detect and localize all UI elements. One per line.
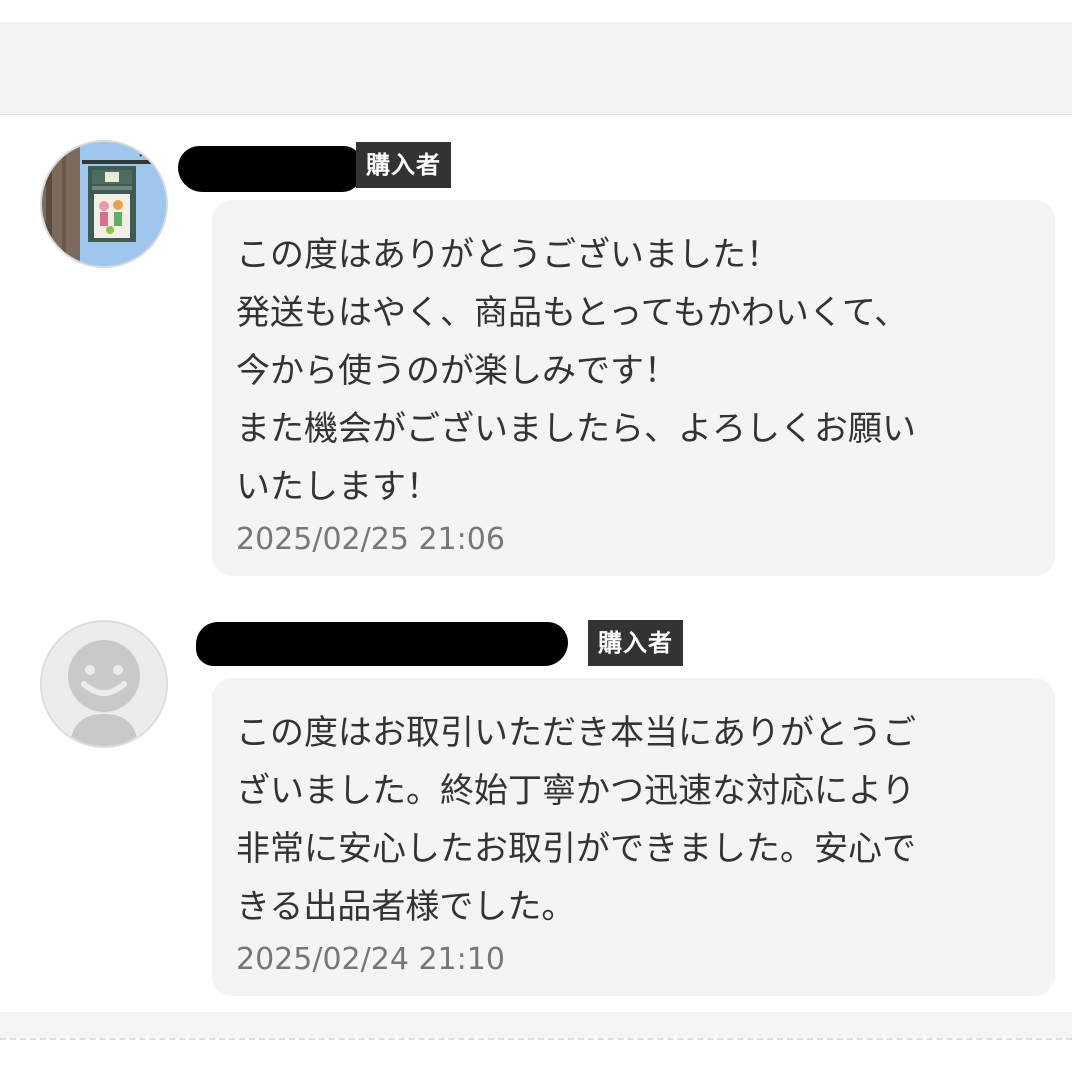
avatar[interactable] [40, 140, 168, 268]
message-bubble: この度はありがとうございました！ 発送もはやく、商品もとってもかわいくて、 今か… [212, 200, 1055, 576]
shop-sign-photo-icon [42, 142, 166, 266]
default-user-icon [42, 622, 166, 746]
review-message: この度はありがとうございました！ 発送もはやく、商品もとってもかわいくて、 今か… [236, 235, 916, 507]
review-timestamp: 2025/02/25 21:06 [236, 522, 505, 557]
header-bar [0, 22, 1072, 115]
divider [0, 1038, 1072, 1040]
username-redacted [178, 146, 362, 192]
avatar[interactable] [40, 620, 168, 748]
username-redacted [196, 622, 568, 666]
list-footer [0, 1012, 1072, 1038]
review-message: この度はお取引いただき本当にありがとうご ざいました。終始丁寧かつ迅速な対応によ… [236, 713, 916, 927]
reviews-page: 購入者 この度はありがとうございました！ 発送もはやく、商品もとってもかわいくて… [0, 0, 1072, 1072]
review-timestamp: 2025/02/24 21:10 [236, 942, 505, 977]
message-bubble: この度はお取引いただき本当にありがとうご ざいました。終始丁寧かつ迅速な対応によ… [212, 678, 1055, 996]
buyer-badge: 購入者 [356, 142, 451, 188]
buyer-badge: 購入者 [588, 620, 683, 666]
